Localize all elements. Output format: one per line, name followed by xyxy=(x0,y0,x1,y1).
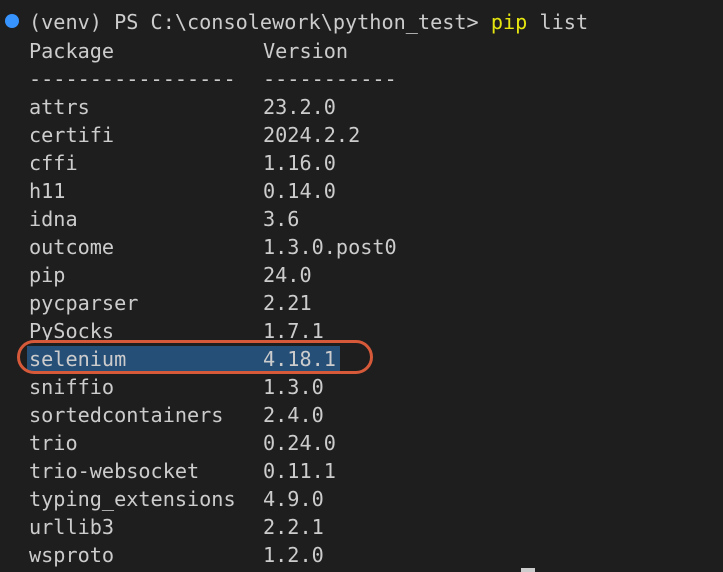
package-name: pycparser xyxy=(29,291,139,315)
table-header: Package Version xyxy=(29,37,348,65)
terminal-window[interactable]: (venv) PS C:\consolework\python_test> pi… xyxy=(0,0,723,572)
package-name: sniffio xyxy=(29,375,115,399)
package-name: typing_extensions xyxy=(29,487,236,511)
separator-version: ----------- xyxy=(263,67,397,91)
package-name: urllib3 xyxy=(29,515,115,539)
package-row: cffi 1.16.0 xyxy=(29,149,336,177)
package-version: 23.2.0 xyxy=(263,95,336,119)
package-version: 1.2.0 xyxy=(263,543,324,567)
package-name: trio-websocket xyxy=(29,459,200,483)
package-version: 3.6 xyxy=(263,207,300,231)
package-row: trio 0.24.0 xyxy=(29,429,336,457)
header-package: Package xyxy=(29,39,115,63)
package-row: sortedcontainers 2.4.0 xyxy=(29,401,324,429)
cursor-mark xyxy=(521,568,535,572)
separator-package: ----------------- xyxy=(29,67,236,91)
table-separator: ----------------- ----------- xyxy=(29,65,397,93)
package-name: cffi xyxy=(29,151,78,175)
package-row: pip 24.0 xyxy=(29,261,312,289)
package-row: idna 3.6 xyxy=(29,205,299,233)
prompt-prefix: (venv) PS C:\consolework\python_test> xyxy=(29,10,491,34)
package-name: outcome xyxy=(29,235,115,259)
package-version: 0.24.0 xyxy=(263,431,336,455)
package-name: wsproto xyxy=(29,543,115,567)
package-name: pip xyxy=(29,263,66,287)
package-version: 4.9.0 xyxy=(263,487,324,511)
package-row: typing_extensions 4.9.0 xyxy=(29,485,324,513)
package-name: idna xyxy=(29,207,78,231)
package-version: 2.21 xyxy=(263,291,312,315)
package-row: attrs 23.2.0 xyxy=(29,93,336,121)
package-version: 1.3.0 xyxy=(263,375,324,399)
package-row: certifi 2024.2.2 xyxy=(29,121,360,149)
package-name: sortedcontainers xyxy=(29,403,224,427)
package-name: trio xyxy=(29,431,78,455)
package-row: h11 0.14.0 xyxy=(29,177,336,205)
package-row: pycparser 2.21 xyxy=(29,289,312,317)
package-version: 1.16.0 xyxy=(263,151,336,175)
package-version: 1.3.0.post0 xyxy=(263,235,397,259)
package-row: wsproto 1.2.0 xyxy=(29,541,324,569)
package-row: trio-websocket 0.11.1 xyxy=(29,457,336,485)
package-version: 24.0 xyxy=(263,263,312,287)
header-version: Version xyxy=(263,39,349,63)
terminal-status-dot-icon xyxy=(5,14,19,28)
command-args: list xyxy=(527,10,589,34)
prompt-line: (venv) PS C:\consolework\python_test> pi… xyxy=(29,8,588,36)
package-version: 2024.2.2 xyxy=(263,123,361,147)
package-name: certifi xyxy=(29,123,115,147)
package-version: 0.14.0 xyxy=(263,179,336,203)
annotation-circle xyxy=(17,340,373,374)
package-version: 2.2.1 xyxy=(263,515,324,539)
package-row: sniffio 1.3.0 xyxy=(29,373,324,401)
package-row: outcome 1.3.0.post0 xyxy=(29,233,397,261)
package-version: 0.11.1 xyxy=(263,459,336,483)
package-row: urllib3 2.2.1 xyxy=(29,513,324,541)
package-name: h11 xyxy=(29,179,66,203)
package-name: attrs xyxy=(29,95,90,119)
command-keyword: pip xyxy=(490,10,528,34)
package-version: 2.4.0 xyxy=(263,403,324,427)
